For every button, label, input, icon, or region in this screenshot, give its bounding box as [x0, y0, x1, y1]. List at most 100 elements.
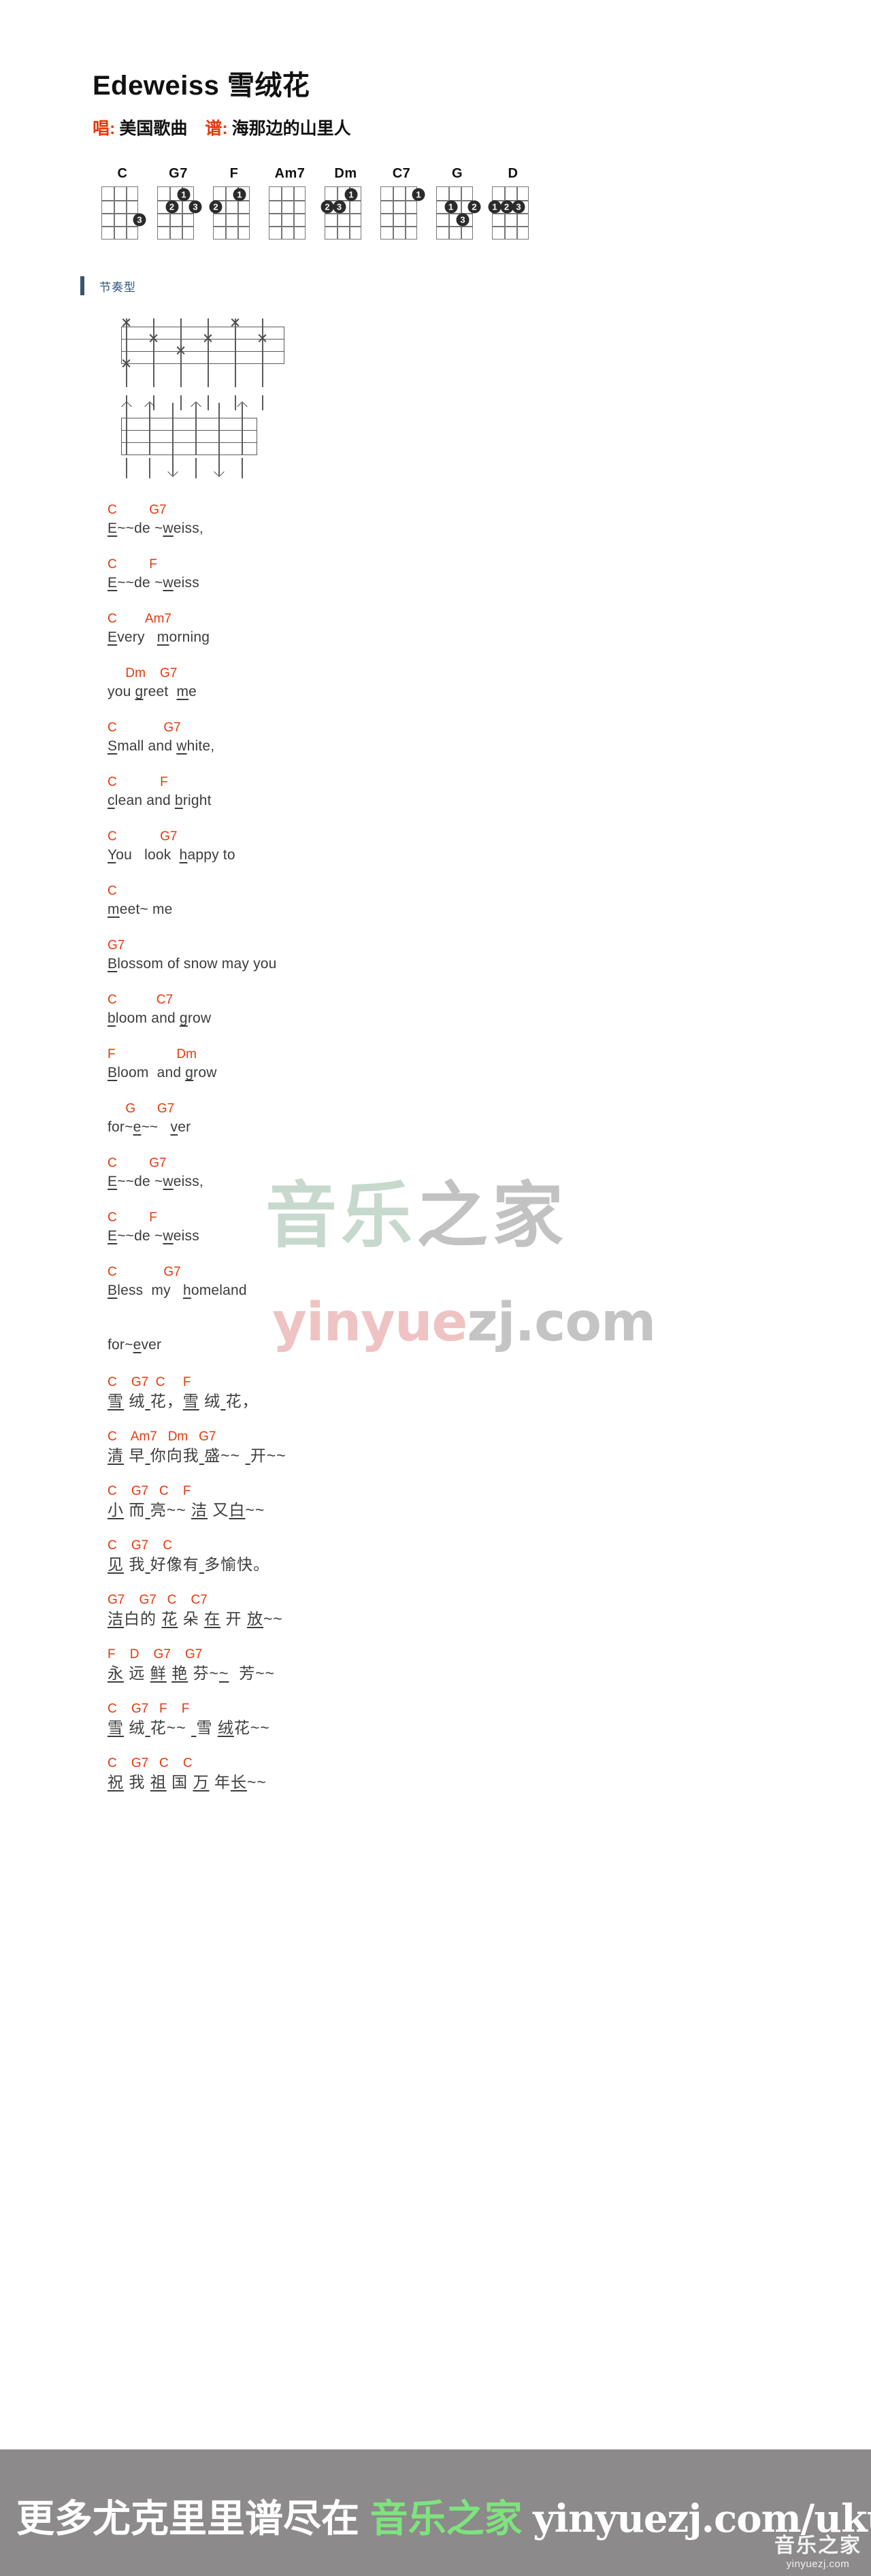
chord-line: C G7	[108, 829, 178, 844]
arranger-value: 海那边的山里人	[231, 119, 351, 138]
finger-dot-1: 1	[344, 188, 358, 201]
mute-x-mark	[176, 346, 186, 356]
mute-x-mark	[121, 318, 131, 328]
lyric-text: 见 我 好像有 多愉快。	[108, 1555, 270, 1573]
strum-arrow-down	[167, 466, 178, 478]
lyric-line: C F clean and bright	[108, 774, 871, 811]
chord-line: G G7	[108, 1102, 175, 1116]
lyric-line: G7 G7 C C7 洁白的 花 朵 在 开 放~~	[108, 1592, 871, 1629]
stave-line	[122, 442, 257, 444]
lyrics-chinese: C G7 C F 雪 绒 花，雪 绒 花， C Am7 Dm G7 清 早 你向我 盛…	[0, 1374, 871, 1792]
chord-diagram-g7: G7 1 2 3	[155, 166, 211, 240]
lyric-text: Bloom and grow	[108, 1065, 217, 1080]
chord-diagram-row: C 3 G7 1 2 3 F 1 2 Am7 Dm 1 2 3 C7 1 G 1 2 3 D 1 2 3	[0, 166, 871, 240]
lyric-text: clean and bright	[108, 793, 212, 808]
chord-line: C G7	[108, 721, 181, 735]
chord-line: F Dm	[108, 1047, 197, 1061]
fretboard-grid	[269, 186, 306, 240]
mute-x-mark	[203, 333, 213, 344]
singer-value: 美国歌曲	[119, 119, 188, 138]
footer-brand: 音乐之家	[369, 2497, 523, 2540]
finger-dot-2: 2	[321, 200, 334, 214]
chord-name-label: C7	[392, 166, 411, 181]
lyric-line: C G7 Small and white,	[108, 720, 871, 757]
lyric-line: G G7 for~e~~ ver	[108, 1101, 871, 1138]
chord-line: C F	[108, 557, 157, 572]
lyric-text: you greet me	[108, 684, 197, 699]
credits: 唱: 美国歌曲 谱: 海那边的山里人	[93, 118, 871, 139]
finger-dot-3: 3	[456, 213, 470, 227]
fretboard-grid: 12	[209, 186, 250, 240]
beat-stem	[153, 318, 154, 387]
lyric-line: F D G7 G7 永 远 鲜 艳 芬~~ 芳~~	[108, 1647, 871, 1683]
arrowhead-icon	[120, 401, 132, 412]
chord-name-label: F	[229, 166, 239, 181]
chord-diagram-am7: Am7	[267, 166, 323, 240]
lyric-text: Every morning	[108, 629, 210, 645]
footer-bar: 更多尤克里里谱尽在 音乐之家 yinyuezj.com/ukulele 音乐之家…	[0, 2449, 871, 2576]
lyric-line: C G7 C F 雪 绒 花，雪 绒 花，	[108, 1374, 871, 1411]
lyric-text: Blossom of snow may you	[108, 956, 277, 972]
lyric-line: Cmeet~ me	[108, 883, 871, 920]
mute-x-mark	[230, 318, 240, 328]
strum-stem-down	[172, 403, 174, 476]
chord-diagram-dm: Dm 1 2 3	[321, 166, 378, 240]
beat-stem	[208, 318, 209, 387]
arrowhead-icon	[167, 466, 178, 478]
finger-dot-3: 3	[133, 213, 146, 227]
beat-tick	[242, 458, 243, 478]
lyric-text: 清 早 你向我 盛~~ 开~~	[108, 1447, 286, 1464]
chord-line: C G7 C F	[108, 1484, 191, 1498]
lyric-line: C Am7 Every morning	[108, 611, 871, 648]
lyric-text: for~ever	[108, 1337, 162, 1353]
finger-dot-2: 2	[165, 200, 178, 214]
strum-arrow-down	[213, 466, 225, 478]
lyric-line: C F E~~de ~weiss	[108, 1210, 871, 1246]
chord-diagram-f: F 12	[209, 166, 267, 240]
rhythm-stave	[121, 327, 284, 364]
lyric-line: C G7 C F 小 而 亮~~ 洁 又白~~	[108, 1483, 871, 1520]
fretboard-grid: 123	[436, 186, 481, 240]
finger-dot-1: 1	[177, 188, 191, 201]
arrowhead-icon	[190, 401, 201, 412]
finger-dot-3: 3	[333, 200, 346, 214]
lyric-text: 雪 绒 花，雪 绒 花，	[108, 1392, 259, 1410]
beat-stem	[126, 318, 127, 387]
chord-line: Dm G7	[108, 666, 178, 680]
chord-line: C F	[108, 775, 168, 789]
rhythm-diagrams	[0, 310, 871, 478]
mute-x-mark	[148, 333, 159, 344]
lyric-text: E~~de ~weiss	[108, 575, 199, 591]
lyric-line: C G7 E~~de ~weiss,	[108, 1155, 871, 1192]
lyric-line: C G7 C C 祝 我 祖 国 万 年长~~	[108, 1755, 871, 1792]
finger-dot-3: 3	[188, 200, 202, 214]
fretboard-grid: 3	[101, 186, 146, 240]
footer-tagline: 更多尤克里里谱尽在	[16, 2497, 359, 2540]
chord-line: F D G7 G7	[108, 1647, 203, 1662]
chord-line: C G7 C C	[108, 1756, 193, 1770]
mute-x-mark	[121, 359, 131, 369]
lyric-line: C C7 bloom and grow	[108, 992, 871, 1029]
footer-badge: 音乐之家 yinyuezj.com	[774, 2534, 861, 2570]
beat-stem	[262, 318, 263, 387]
stave-line	[122, 430, 257, 431]
lyric-text: Bless my homeland	[108, 1283, 247, 1298]
chord-name-label: G7	[169, 166, 188, 181]
lyric-text: bloom and grow	[108, 1010, 212, 1026]
lyric-text: for~e~~ ver	[108, 1119, 191, 1135]
chord-line: C G7	[108, 1156, 167, 1170]
chord-diagram-d: D 123	[488, 166, 546, 240]
lyric-line: C Am7 Dm G7 清 早 你向我 盛~~ 开~~	[108, 1429, 871, 1466]
lyric-text: meet~ me	[108, 902, 173, 917]
finger-dot-1: 1	[488, 200, 502, 214]
lyric-text: 洁白的 花 朵 在 开 放~~	[108, 1610, 283, 1628]
arrowhead-icon	[213, 466, 225, 478]
footer-badge-brand: 音乐之家	[774, 2534, 861, 2557]
lyric-text: E~~de ~weiss	[108, 1228, 199, 1244]
chord-line	[108, 1319, 871, 1335]
chord-line: C G7 F F	[108, 1702, 190, 1716]
chord-diagram-c7: C7 1	[378, 166, 434, 240]
singer-label: 唱:	[93, 119, 116, 138]
arrowhead-icon	[144, 401, 155, 412]
finger-dot-1: 1	[412, 188, 425, 201]
